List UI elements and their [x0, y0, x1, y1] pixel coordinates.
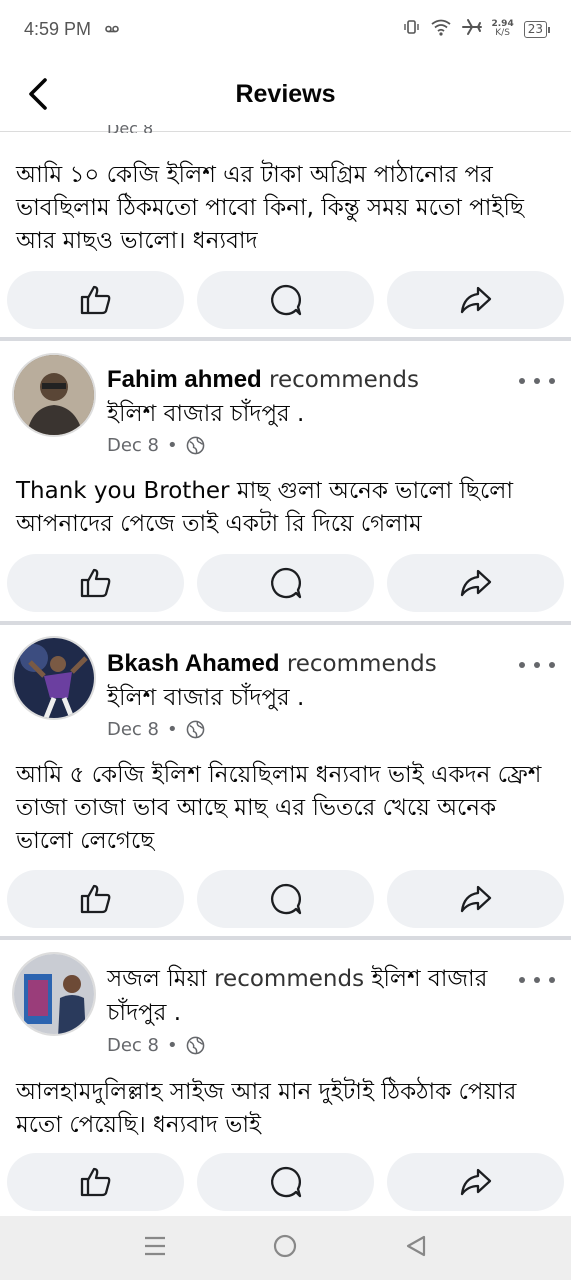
review-text: আমি ৫ কেজি ইলিশ নিয়েছিলাম ধন্যবাদ ভাই এ… [16, 762, 542, 854]
share-icon [460, 286, 491, 314]
back-nav-button[interactable] [404, 1234, 428, 1262]
battery-indicator: 23 [523, 20, 551, 38]
review-actions [7, 271, 564, 329]
thumbs-up-icon [80, 884, 110, 914]
share-button[interactable] [387, 271, 564, 329]
vibrate-icon [402, 18, 420, 41]
more-dots-icon [519, 977, 525, 983]
app-header: Reviews [0, 58, 571, 132]
review-meta: Dec 8 • [107, 1035, 205, 1056]
more-options-button[interactable] [519, 371, 555, 391]
share-icon [460, 1168, 491, 1196]
review-card-partial: Dec 8 আমি ১০ কেজি ইলিশ এর টাকা অগ্রিম পা… [0, 125, 571, 338]
home-circle-icon [274, 1234, 297, 1258]
recommends-label: recommends [269, 367, 419, 393]
voicemail-icon [105, 22, 119, 36]
page-name[interactable]: ইলিশ বাজার চাঁদপুর . [107, 685, 304, 711]
review-card: Fahim ahmed recommends ইলিশ বাজার চাঁদপু… [0, 341, 571, 621]
network-speed-unit: K/S [495, 28, 510, 38]
review-date[interactable]: Dec 8 [107, 719, 159, 740]
globe-icon [186, 720, 204, 739]
more-dots-icon [519, 662, 525, 668]
review-header: Bkash Ahamed recommends ইলিশ বাজার চাঁদপ… [107, 647, 511, 715]
comment-button[interactable] [197, 870, 374, 928]
review-date-partial: Dec 8 [107, 125, 153, 133]
recommends-label: recommends [286, 651, 437, 677]
reviewer-name[interactable]: Bkash Ahamed [107, 650, 280, 677]
comment-button[interactable] [197, 554, 374, 612]
share-button[interactable] [387, 870, 564, 928]
review-date[interactable]: Dec 8 [107, 1035, 159, 1056]
reviewer-name[interactable]: Fahim ahmed [107, 366, 262, 393]
comment-icon [270, 883, 301, 915]
comment-button[interactable] [197, 271, 374, 329]
review-header: Fahim ahmed recommends ইলিশ বাজার চাঁদপু… [107, 363, 511, 431]
thumbs-up-icon [80, 568, 110, 598]
review-text: আলহামদুলিল্লাহ সাইজ আর মান দুইটাই ঠিকঠাক… [16, 1079, 517, 1138]
share-icon [460, 885, 491, 913]
review-card: সজল মিয়া recommends ইলিশ বাজার চাঁদপুর … [0, 940, 571, 1216]
like-button[interactable] [7, 554, 184, 612]
review-actions [7, 1153, 564, 1211]
share-button[interactable] [387, 554, 564, 612]
status-bar: 4:59 PM 2.94 K/S 23 [0, 0, 571, 58]
comment-icon [270, 567, 301, 599]
system-nav-bar [0, 1216, 571, 1280]
thumbs-up-icon [80, 1167, 110, 1197]
share-icon [460, 569, 491, 597]
like-button[interactable] [7, 271, 184, 329]
avatar[interactable] [12, 353, 96, 437]
review-header: সজল মিয়া recommends ইলিশ বাজার চাঁদপুর … [107, 962, 511, 1030]
page-name[interactable]: ইলিশ বাজার চাঁদপুর . [107, 401, 304, 427]
globe-icon [186, 1036, 204, 1055]
review-actions [7, 554, 564, 612]
comment-icon [270, 1166, 301, 1198]
airplane-icon [461, 18, 482, 41]
triangle-back-icon [406, 1235, 425, 1257]
reviewer-name[interactable]: সজল মিয়া [107, 966, 207, 992]
back-arrow-icon [29, 78, 47, 110]
share-button[interactable] [387, 1153, 564, 1211]
more-dots-icon [519, 378, 525, 384]
review-text: Thank you Brother মাছ গুলা অনেক ভালো ছিল… [16, 478, 514, 537]
more-options-button[interactable] [519, 970, 555, 990]
review-meta: Dec 8 • [107, 435, 205, 456]
more-options-button[interactable] [519, 655, 555, 675]
recents-button[interactable] [143, 1235, 167, 1261]
status-time: 4:59 PM [24, 18, 92, 39]
thumbs-up-icon [80, 285, 110, 315]
network-speed: 2.94 K/S [492, 20, 514, 38]
page-title: Reviews [235, 80, 336, 108]
review-text: আমি ১০ কেজি ইলিশ এর টাকা অগ্রিম পাঠানোর … [16, 162, 524, 254]
globe-icon [186, 436, 204, 455]
like-button[interactable] [7, 870, 184, 928]
review-actions [7, 870, 564, 928]
avatar[interactable] [12, 952, 96, 1036]
like-button[interactable] [7, 1153, 184, 1211]
review-meta: Dec 8 • [107, 719, 205, 740]
wifi-icon [430, 18, 452, 41]
recommends-label: recommends [214, 966, 365, 992]
review-card: Bkash Ahamed recommends ইলিশ বাজার চাঁদপ… [0, 625, 571, 936]
menu-icon [145, 1236, 166, 1256]
home-button[interactable] [273, 1234, 297, 1262]
avatar[interactable] [12, 636, 96, 720]
review-date[interactable]: Dec 8 [107, 435, 159, 456]
back-button[interactable] [18, 74, 58, 114]
comment-button[interactable] [197, 1153, 374, 1211]
comment-icon [270, 284, 301, 316]
